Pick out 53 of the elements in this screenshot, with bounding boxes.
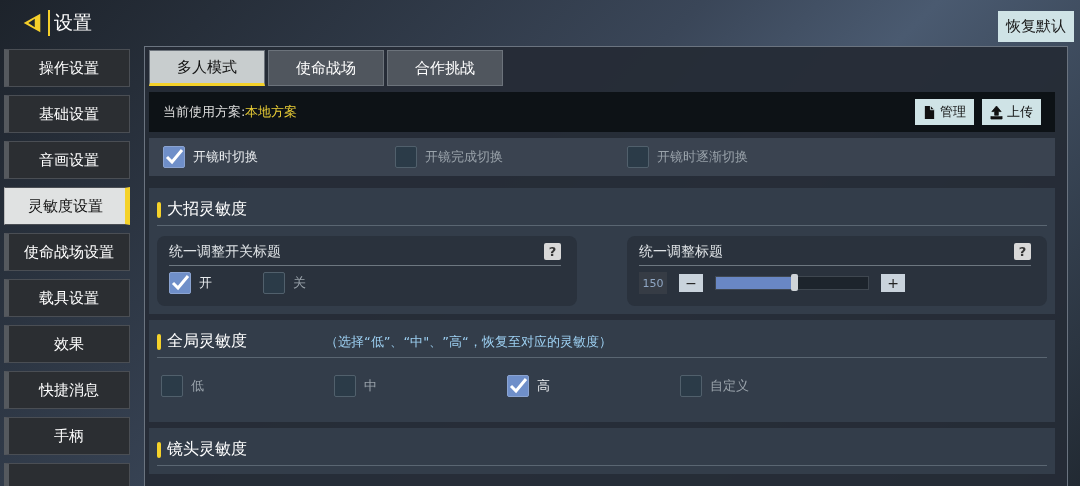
- current-scheme-text: 当前使用方案:本地方案: [163, 103, 298, 121]
- slider-thumb[interactable]: [791, 274, 799, 291]
- value-field[interactable]: 150: [639, 272, 667, 294]
- checkbox[interactable]: [627, 146, 649, 168]
- sidebar-item[interactable]: 音画设置: [4, 141, 130, 179]
- increase-button[interactable]: +: [881, 274, 905, 292]
- mode-tab[interactable]: 使命战场: [268, 50, 384, 86]
- mode-tab[interactable]: 多人模式: [149, 50, 265, 86]
- option-label: 自定义: [710, 377, 749, 395]
- option-label: 中: [364, 377, 377, 395]
- section-title: 镜头灵敏度: [167, 439, 247, 460]
- accent-bar-icon: [157, 441, 161, 458]
- option-label: 开镜时切换: [193, 148, 258, 166]
- option-label: 关: [293, 274, 306, 292]
- sidebar-item[interactable]: 操作设置: [4, 49, 130, 87]
- card-title: 统一调整开关标题: [169, 242, 281, 261]
- sidebar-item[interactable]: 快捷消息: [4, 371, 130, 409]
- sidebar-item[interactable]: 载具设置: [4, 279, 130, 317]
- card-title: 统一调整标题: [639, 242, 723, 261]
- section-note: （选择“低”、“中"、”高“，恢复至对应的灵敏度）: [325, 332, 612, 351]
- sidebar-item[interactable]: 灵敏度设置: [4, 187, 130, 225]
- sidebar-item[interactable]: 基础设置: [4, 95, 130, 133]
- section-title: 全局灵敏度: [167, 331, 247, 352]
- checkbox[interactable]: [334, 375, 356, 397]
- mode-tab[interactable]: 合作挑战: [387, 50, 503, 86]
- upload-button[interactable]: 上传: [982, 99, 1041, 125]
- checkbox[interactable]: [507, 375, 529, 397]
- option-label: 开: [199, 274, 212, 292]
- checkbox[interactable]: [161, 375, 183, 397]
- help-button[interactable]: ?: [544, 243, 561, 260]
- slider-track[interactable]: [715, 276, 869, 290]
- option-label: 低: [191, 377, 204, 395]
- checkbox[interactable]: [680, 375, 702, 397]
- option-label: 开镜时逐渐切换: [657, 148, 748, 166]
- checkbox[interactable]: [263, 272, 285, 294]
- upload-icon: [990, 104, 1003, 120]
- restore-default-button[interactable]: 恢复默认: [998, 10, 1074, 42]
- option-label: 开镜完成切换: [425, 148, 503, 166]
- checkbox[interactable]: [163, 146, 185, 168]
- page-title: 设置: [48, 10, 92, 36]
- checkbox[interactable]: [169, 272, 191, 294]
- accent-bar-icon: [157, 201, 161, 218]
- sidebar-item[interactable]: 效果: [4, 325, 130, 363]
- option-label: 高: [537, 377, 550, 395]
- sidebar-item[interactable]: 使命战场设置: [4, 233, 130, 271]
- accent-bar-icon: [157, 333, 161, 350]
- document-icon: [923, 104, 936, 120]
- manage-button[interactable]: 管理: [915, 99, 974, 125]
- help-button[interactable]: ?: [1014, 243, 1031, 260]
- section-title: 大招灵敏度: [167, 199, 247, 220]
- sidebar-item[interactable]: 手柄: [4, 417, 130, 455]
- decrease-button[interactable]: −: [679, 274, 703, 292]
- checkbox[interactable]: [395, 146, 417, 168]
